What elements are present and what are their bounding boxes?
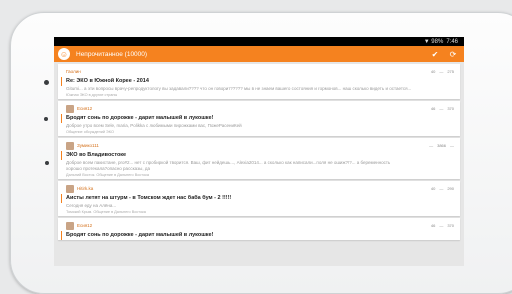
status-bar: ▼ 98% 7:46	[54, 37, 464, 46]
sensor-dot	[44, 117, 48, 121]
sensor-dot	[45, 161, 49, 165]
avatar[interactable]	[66, 141, 74, 150]
author-name[interactable]: Зумико111	[77, 143, 99, 148]
topic-forum[interactable]: Южная ЭКО в другие страны	[66, 93, 454, 97]
app-bar: ☺ Непрочитанное (10000) ✔ ⟳	[54, 46, 464, 62]
topic-title[interactable]: Аисты летят на штурм - в Томском ждет на…	[66, 195, 454, 201]
author-name[interactable]: Есия12	[77, 223, 92, 228]
app-logo-icon[interactable]: ☺	[58, 48, 70, 60]
avatar[interactable]	[66, 221, 74, 230]
author-name[interactable]: Hitirk.ka	[77, 186, 93, 191]
topic-forum[interactable]: Дальний Восток. Общение в Дальнего Восто…	[66, 173, 454, 177]
topic-preview: Сегодня еду на Алёна...	[66, 203, 117, 208]
topic-card[interactable]: Зумико111 —3866— ЭКО во Владивостоке Доб…	[58, 138, 460, 179]
clock: 7:46	[446, 38, 458, 45]
topic-title[interactable]: Re: ЭКО в Южной Корее - 2014	[66, 78, 454, 84]
topic-stats: 40—290	[430, 186, 454, 191]
author-name[interactable]: Есия12	[77, 106, 92, 111]
unread-marker	[61, 151, 62, 160]
topic-preview: Доброе всем пакистане, pro#2... нет с пр…	[66, 160, 391, 165]
topic-stats: 46—370	[430, 223, 454, 228]
topic-title[interactable]: ЭКО во Владивостоке	[66, 152, 454, 158]
topic-preview: Gitumi... а эти вопросы врачу-репродукто…	[66, 86, 412, 91]
author-name[interactable]: Гаолин	[66, 69, 81, 74]
camera-dot	[44, 80, 49, 85]
topic-title[interactable]: Бродят сонь по дорожке - дарит малышей в…	[66, 232, 454, 238]
topic-stats: 46—370	[430, 106, 454, 111]
topic-title[interactable]: Бродят сонь по дорожке - дарит малышей в…	[66, 115, 454, 121]
topic-card[interactable]: Есия12 46—370 Бродят сонь по дорожке - д…	[58, 218, 460, 240]
topic-preview-cont: хорошо протекала?опасно рассказы, да	[66, 166, 151, 171]
unread-marker	[61, 231, 62, 240]
topic-card[interactable]: Гаолин 40—275 Re: ЭКО в Южной Корее - 20…	[58, 64, 460, 99]
topic-forum[interactable]: Томский Крым. Общение в Дальнего Востока	[66, 210, 454, 214]
check-icon[interactable]: ✔	[428, 50, 442, 59]
signal-indicator: ▼ 98%	[423, 38, 444, 45]
topic-card[interactable]: Есия12 46—370 Бродят сонь по дорожке - д…	[58, 101, 460, 136]
refresh-icon[interactable]: ⟳	[446, 50, 460, 59]
unread-marker	[61, 194, 62, 203]
topic-card[interactable]: Hitirk.ka 40—290 Аисты летят на штурм - …	[58, 181, 460, 216]
topic-preview: Доброе утро всем Sele, maria, Polikka с …	[66, 123, 242, 128]
screen: ▼ 98% 7:46 ☺ Непрочитанное (10000) ✔ ⟳ Г…	[54, 37, 464, 266]
topic-stats: 40—275	[430, 69, 454, 74]
unread-marker	[61, 114, 62, 123]
topic-forum[interactable]: Общение обсуждений ЭКО	[66, 130, 454, 134]
unread-marker	[61, 77, 62, 86]
avatar[interactable]	[66, 184, 74, 193]
topic-stats: —3866—	[429, 143, 454, 148]
app-title: Непрочитанное (10000)	[76, 50, 148, 58]
avatar[interactable]	[66, 104, 74, 113]
